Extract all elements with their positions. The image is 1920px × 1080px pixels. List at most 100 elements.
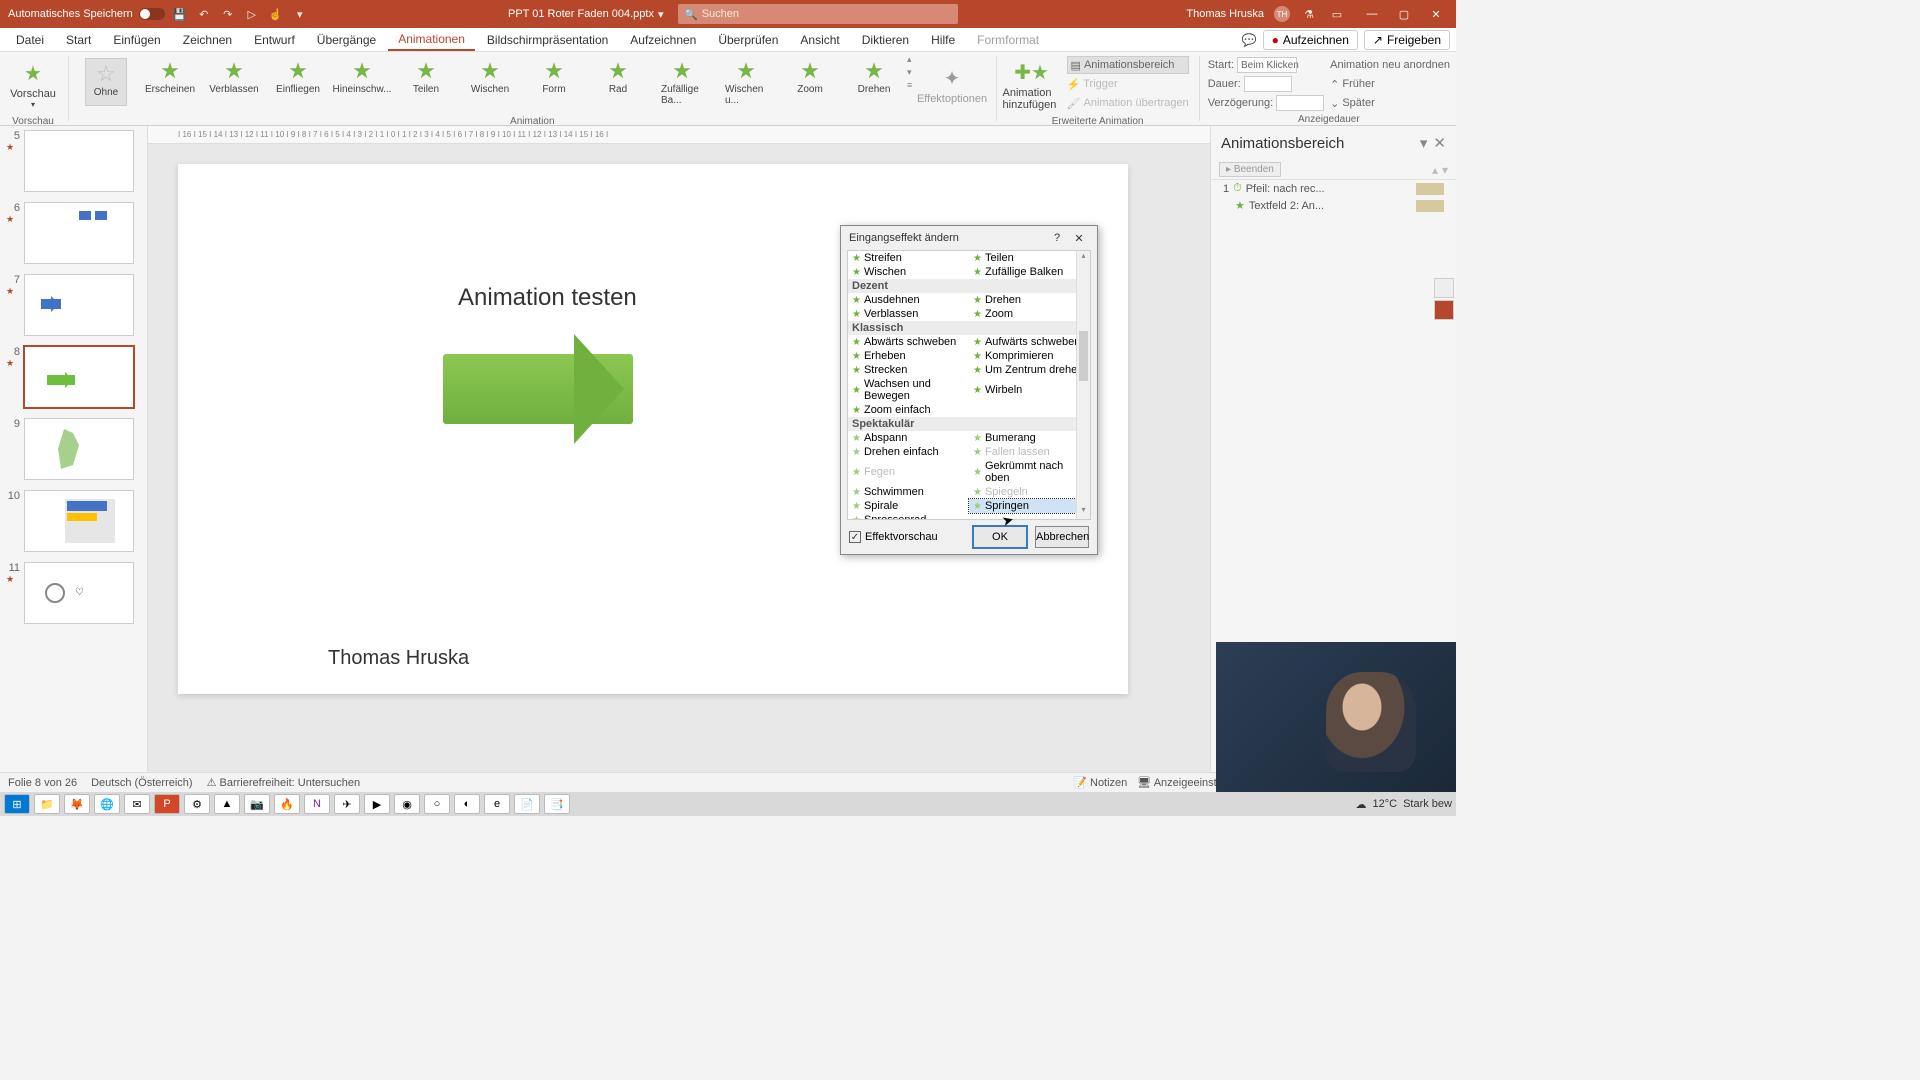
tb-edge[interactable]: e bbox=[484, 794, 510, 814]
tb-outlook[interactable]: ✉ bbox=[124, 794, 150, 814]
eff-schwimmen[interactable]: ★Schwimmen bbox=[848, 485, 969, 499]
tab-hilfe[interactable]: Hilfe bbox=[921, 30, 965, 50]
tb-onenote[interactable]: N bbox=[304, 794, 330, 814]
close-icon[interactable]: ✕ bbox=[1420, 0, 1452, 28]
redo-icon[interactable]: ↷ bbox=[219, 5, 237, 23]
record-button[interactable]: ●Aufzeichnen bbox=[1263, 30, 1358, 50]
tab-praesentation[interactable]: Bildschirmpräsentation bbox=[477, 30, 618, 50]
ribbon-display-icon[interactable]: ▭ bbox=[1328, 5, 1346, 23]
pane-close-icon[interactable]: ✕ bbox=[1433, 134, 1446, 152]
search-input[interactable]: 🔍 Suchen bbox=[678, 4, 958, 24]
eff-bumerang[interactable]: ★Bumerang bbox=[969, 431, 1090, 445]
eff-spiegeln[interactable]: ★Spiegeln bbox=[969, 485, 1090, 499]
tb-app1[interactable]: ⚙ bbox=[184, 794, 210, 814]
tb-firefox[interactable]: 🦊 bbox=[64, 794, 90, 814]
system-tray[interactable]: ☁12°CStark bew bbox=[1356, 798, 1453, 811]
eff-verblassen[interactable]: ★Verblassen bbox=[848, 307, 969, 321]
animation-painter-button[interactable]: 🖌 Animation übertragen bbox=[1067, 94, 1189, 112]
duration-spinner[interactable] bbox=[1244, 76, 1292, 92]
tb-app2[interactable]: 📷 bbox=[244, 794, 270, 814]
preview-checkbox[interactable]: ✓ bbox=[849, 531, 861, 543]
anim-erscheinen[interactable]: ★Erscheinen bbox=[149, 58, 191, 106]
move-down-icon[interactable]: ▾ bbox=[1442, 163, 1448, 177]
eff-fallen[interactable]: ★Fallen lassen bbox=[969, 445, 1090, 459]
trigger-button[interactable]: ⚡ Trigger bbox=[1067, 75, 1189, 93]
slide-footer[interactable]: Thomas Hruska bbox=[328, 647, 469, 670]
language[interactable]: Deutsch (Österreich) bbox=[91, 777, 192, 789]
anim-entry-1[interactable]: 1⏱ Pfeil: nach rec... bbox=[1211, 180, 1456, 197]
tab-datei[interactable]: Datei bbox=[6, 30, 54, 50]
eff-abspann[interactable]: ★Abspann bbox=[848, 431, 969, 445]
start-combo[interactable]: Beim Klicken bbox=[1237, 57, 1297, 73]
thumb-7[interactable] bbox=[24, 274, 134, 336]
eff-springen[interactable]: ★Springen bbox=[969, 499, 1090, 513]
delay-spinner[interactable] bbox=[1276, 95, 1324, 111]
anim-wischen-u[interactable]: ★Wischen u... bbox=[725, 58, 767, 106]
anim-drehen[interactable]: ★Drehen bbox=[853, 58, 895, 106]
move-later[interactable]: ⌄ Später bbox=[1330, 94, 1450, 112]
anim-rad[interactable]: ★Rad bbox=[597, 58, 639, 106]
tab-aufzeichnen[interactable]: Aufzeichnen bbox=[620, 30, 706, 50]
thumb-6[interactable] bbox=[24, 202, 134, 264]
qat-more-icon[interactable]: ▾ bbox=[291, 5, 309, 23]
undo-icon[interactable]: ↶ bbox=[195, 5, 213, 23]
anim-hineinschweben[interactable]: ★Hineinschw... bbox=[341, 58, 383, 106]
help-icon[interactable]: ? bbox=[1047, 232, 1067, 245]
autosave-toggle[interactable] bbox=[139, 8, 165, 20]
anim-wischen[interactable]: ★Wischen bbox=[469, 58, 511, 106]
anim-teilen[interactable]: ★Teilen bbox=[405, 58, 447, 106]
sidebtn-1[interactable] bbox=[1434, 278, 1454, 298]
eff-um-zentrum[interactable]: ★Um Zentrum drehen bbox=[969, 363, 1090, 377]
comments-icon[interactable]: 💬 bbox=[1242, 33, 1257, 47]
eff-drehen[interactable]: ★Drehen bbox=[969, 293, 1090, 307]
tb-app3[interactable]: 🔥 bbox=[274, 794, 300, 814]
eff-sprossenrad[interactable]: ★Sprossenrad bbox=[848, 513, 969, 520]
eff-zoom-einfach[interactable]: ★Zoom einfach bbox=[848, 403, 969, 417]
filename[interactable]: PPT 01 Roter Faden 004.pptx ▾ bbox=[508, 8, 663, 21]
start-button[interactable]: ⊞ bbox=[4, 794, 30, 814]
eff-zufaellige-balken[interactable]: ★Zufällige Balken bbox=[969, 265, 1090, 279]
eff-wachsen[interactable]: ★Wachsen und Bewegen bbox=[848, 377, 969, 403]
tab-ueberpruefen[interactable]: Überprüfen bbox=[708, 30, 788, 50]
anim-entry-2[interactable]: ★ Textfeld 2: An... bbox=[1211, 197, 1456, 214]
tb-obs[interactable]: ◉ bbox=[394, 794, 420, 814]
eff-gekruemmt[interactable]: ★Gekrümmt nach oben bbox=[969, 459, 1090, 485]
add-animation-button[interactable]: ✚★Animation hinzufügen bbox=[1003, 54, 1061, 116]
username[interactable]: Thomas Hruska bbox=[1186, 8, 1264, 20]
eff-aufwaerts[interactable]: ★Aufwärts schweben bbox=[969, 335, 1090, 349]
tb-app5[interactable]: ○ bbox=[424, 794, 450, 814]
thumb-8[interactable] bbox=[24, 346, 134, 408]
tb-app4[interactable]: ▶ bbox=[364, 794, 390, 814]
effect-options-button[interactable]: ✦Effektoptionen bbox=[923, 54, 981, 116]
tb-app8[interactable]: 📑 bbox=[544, 794, 570, 814]
anim-none[interactable]: ☆Ohne bbox=[85, 58, 127, 106]
eff-abwaerts[interactable]: ★Abwärts schweben bbox=[848, 335, 969, 349]
animation-pane-button[interactable]: ▤ Animationsbereich bbox=[1067, 56, 1189, 74]
pane-options-icon[interactable]: ▾ bbox=[1420, 134, 1428, 152]
tb-app6[interactable]: ◐ bbox=[454, 794, 480, 814]
tab-animationen[interactable]: Animationen bbox=[388, 29, 475, 51]
anim-verblassen[interactable]: ★Verblassen bbox=[213, 58, 255, 106]
tb-powerpoint[interactable]: P bbox=[154, 794, 180, 814]
eff-spirale[interactable]: ★Spirale bbox=[848, 499, 969, 513]
save-icon[interactable]: 💾 bbox=[171, 5, 189, 23]
slide-counter[interactable]: Folie 8 von 26 bbox=[8, 777, 77, 789]
touch-icon[interactable]: ☝ bbox=[267, 5, 285, 23]
preview-button[interactable]: ★Vorschau▾ bbox=[4, 54, 62, 116]
notes-toggle[interactable]: 📝 Notizen bbox=[1073, 776, 1127, 789]
share-button[interactable]: ↗Freigeben bbox=[1364, 30, 1450, 50]
eff-wirbeln[interactable]: ★Wirbeln bbox=[969, 377, 1090, 403]
sidebtn-2[interactable] bbox=[1434, 300, 1454, 320]
eff-teilen[interactable]: ★Teilen bbox=[969, 251, 1090, 265]
ok-button[interactable]: OK bbox=[973, 526, 1027, 548]
tab-ansicht[interactable]: Ansicht bbox=[790, 30, 849, 50]
anim-einfliegen[interactable]: ★Einfliegen bbox=[277, 58, 319, 106]
tb-telegram[interactable]: ✈ bbox=[334, 794, 360, 814]
tab-start[interactable]: Start bbox=[56, 30, 101, 50]
tab-einfuegen[interactable]: Einfügen bbox=[103, 30, 170, 50]
eff-ausdehnen[interactable]: ★Ausdehnen bbox=[848, 293, 969, 307]
dialog-close-icon[interactable]: ✕ bbox=[1069, 232, 1089, 245]
minimize-icon[interactable]: — bbox=[1356, 0, 1388, 28]
cancel-button[interactable]: Abbrechen bbox=[1035, 526, 1089, 548]
eff-strecken[interactable]: ★Strecken bbox=[848, 363, 969, 377]
